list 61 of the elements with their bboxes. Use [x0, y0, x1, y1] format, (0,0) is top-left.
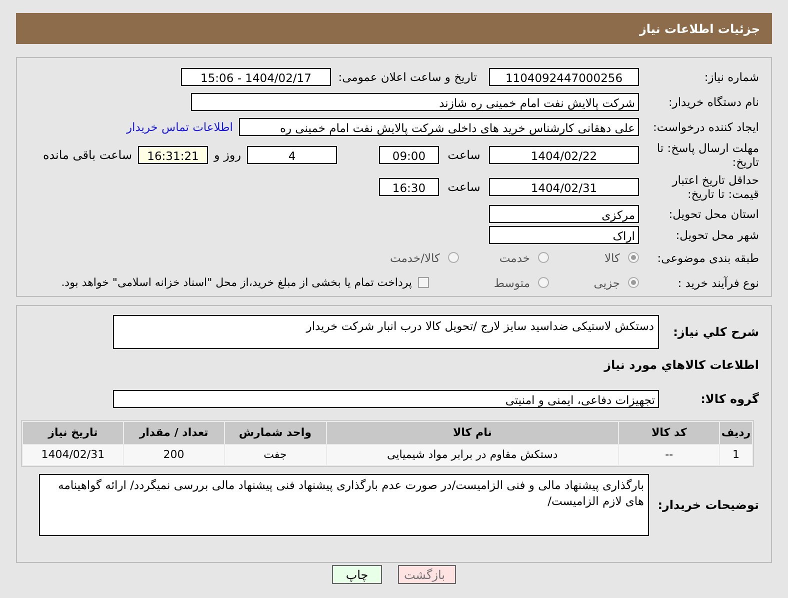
column-header: ردیف	[720, 422, 752, 444]
field-label: طبقه بندی موضوعی:	[656, 250, 760, 264]
table-cell: 1404/02/31	[23, 445, 123, 465]
field-label: روز و	[212, 148, 242, 162]
radio-label: کالا	[604, 250, 620, 264]
field-label: حداقل تاریخ اعتبار قیمت: تا تاریخ:	[670, 173, 760, 201]
radio-button[interactable]	[448, 252, 459, 263]
table-cell: دستکش مقاوم در برابر مواد شیمیایی	[326, 445, 618, 465]
field-label: ساعت	[446, 148, 482, 162]
time-field: 09:00	[379, 146, 439, 164]
field-label: شهر محل تحویل:	[674, 228, 760, 242]
checkbox[interactable]	[418, 277, 429, 288]
field-label: شرح کلي نياز:	[672, 325, 760, 339]
need-number-field: 1104092447000256	[489, 68, 639, 86]
field-label: گروه کالا:	[700, 392, 760, 406]
print-button[interactable]: چاپ	[332, 565, 382, 584]
remaining-time-field: 16:31:21	[138, 146, 208, 164]
field-label: تاریخ و ساعت اعلان عمومی:	[337, 70, 478, 84]
column-header: تاریخ نیاز	[23, 422, 123, 444]
field-label: نام دستگاه خریدار:	[667, 94, 760, 108]
days-field: 4	[247, 146, 337, 164]
column-header: تعداد / مقدار	[124, 422, 224, 444]
radio-label: جزیی	[594, 276, 620, 290]
section-heading: اطلاعات کالاهاي مورد نياز	[602, 357, 760, 374]
column-header: نام کالا	[326, 422, 618, 444]
goods-group-field: تجهیزات دفاعی، ایمنی و امنیتی	[113, 390, 659, 408]
checkbox-label: پرداخت تمام یا بخشی از مبلغ خرید،از محل "اسناد خزانه اسلامی" خواهد بود.	[61, 276, 412, 289]
column-header: واحد شمارش	[224, 422, 326, 444]
field-label: مهلت ارسال پاسخ: تا تاریخ:	[656, 141, 760, 169]
table-cell: 200	[124, 445, 224, 465]
field-label: توضیحات خریدار:	[656, 498, 760, 512]
field-label: شماره نیاز:	[703, 70, 760, 84]
radio-button[interactable]	[538, 252, 549, 263]
announce-date-field: 1404/02/17 - 15:06	[181, 68, 331, 86]
buyer-field: شرکت پالایش نفت امام خمینی ره شازند	[191, 92, 639, 110]
radio-button[interactable]	[538, 277, 549, 288]
field-label: استان محل تحویل:	[668, 206, 760, 220]
radio-button[interactable]	[628, 252, 639, 263]
province-field: مرکزی	[489, 204, 639, 222]
buyer-notes-textarea[interactable]: بارگذاری پیشنهاد مالی و فنی الزامیست/در صورت عدم بارگذاری پیشنهاد فنی پیشنهاد مالی بررسی نمیگردد/ ارائه گواهینامه های لازم الزامیست/	[39, 474, 649, 536]
requester-field: علی دهقانی کارشناس خرید های داخلی شرکت پالایش نفت امام خمینی ره	[239, 118, 639, 136]
city-field: اراک	[489, 226, 639, 244]
table-cell: --	[619, 445, 720, 465]
field-label: نوع فرآیند خرید :	[676, 276, 760, 290]
radio-button[interactable]	[628, 277, 639, 288]
time-field: 16:30	[379, 178, 439, 196]
radio-label: خدمت	[499, 250, 530, 264]
radio-label: متوسط	[494, 276, 530, 290]
column-header: کد کالا	[619, 422, 720, 444]
radio-label: کالا/خدمت	[390, 250, 440, 264]
contact-link[interactable]: اطلاعات تماس خریدار	[126, 120, 239, 134]
field-label: ساعت	[446, 180, 482, 194]
field-label: ایجاد کننده درخواست:	[652, 120, 760, 134]
date-field: 1404/02/31	[489, 178, 639, 196]
table-cell: جفت	[224, 445, 326, 465]
table-cell: 1	[720, 445, 752, 465]
description-textarea[interactable]: دستکش لاستیکی ضداسید سایز لارج /تحویل کالا درب انبار شرکت خریدار	[113, 315, 659, 349]
field-label: ساعت باقی مانده	[42, 148, 133, 162]
date-field: 1404/02/22	[489, 146, 639, 164]
page-title: جزئیات اطلاعات نیاز	[639, 22, 760, 36]
back-button[interactable]: بازگشت	[398, 565, 456, 584]
